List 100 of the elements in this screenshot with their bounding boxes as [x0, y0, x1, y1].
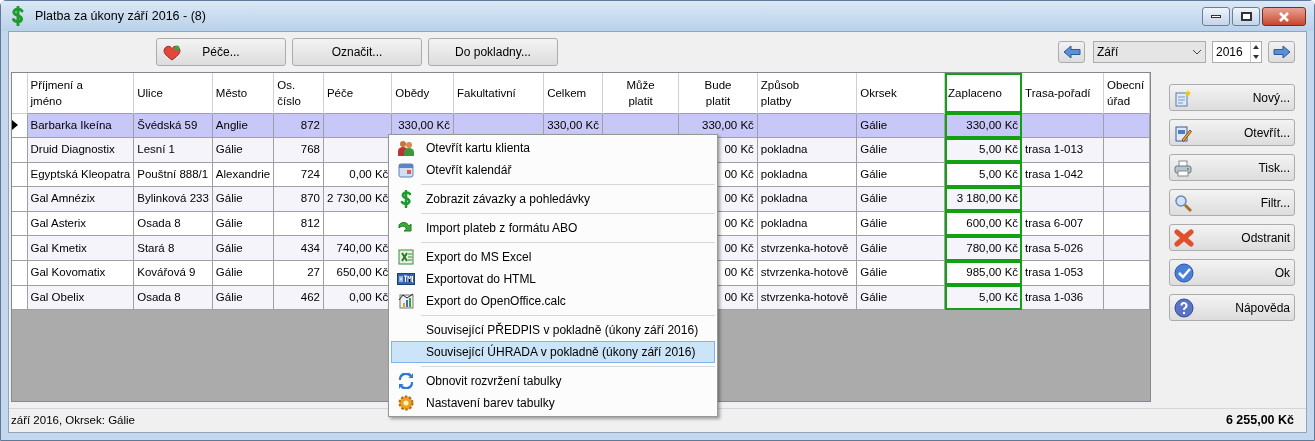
magnifier-icon [1174, 193, 1192, 212]
window-title: Platba za úkony září 2016 - (8) [35, 7, 206, 25]
table-cell: trasa 1-053 [1021, 260, 1104, 286]
column-header[interactable]: Může platit [602, 73, 679, 113]
table-cell: 5,00 Kč [944, 137, 1022, 163]
side-button[interactable]: Nový... [1169, 84, 1295, 111]
side-button[interactable]: Otevřít... [1169, 119, 1295, 146]
table-cell: 870 [273, 186, 324, 212]
column-header[interactable]: Město [212, 73, 274, 113]
column-header[interactable]: Okrsek [856, 73, 945, 113]
help-icon [1174, 297, 1194, 318]
status-total: 6 255,00 Kč [1225, 412, 1294, 430]
table-cell: Gálie [212, 285, 274, 310]
side-button[interactable]: Filtr... [1169, 189, 1295, 216]
menu-item[interactable]: Nastavení barev tabulky [391, 392, 715, 414]
table-cell: Gálie [212, 260, 274, 286]
gear-icon [398, 395, 414, 411]
column-header[interactable]: Péče [323, 73, 392, 113]
table-row[interactable]: Barbarka Ikeína Švédská 59 Anglie 872 330,00 Kč 330,00 Kč 330,00 Kč Gálie 330,00 Kč [12, 113, 1150, 138]
maximize-icon [1240, 12, 1252, 21]
bar-chart-icon [398, 293, 414, 309]
edit-document-icon [1174, 123, 1192, 142]
table-cell: Anglie [212, 113, 274, 138]
table-cell: stvrzenka-hotově [757, 260, 857, 286]
close-icon [1278, 11, 1290, 22]
table-cell: Gálie [856, 113, 945, 138]
table-cell: stvrzenka-hotově [757, 235, 857, 261]
column-header[interactable]: Příjmení a jméno [27, 73, 134, 113]
heart-icon [163, 45, 181, 61]
table-cell: Gálie [856, 260, 945, 286]
table-cell: pokladna [757, 186, 857, 212]
menu-item[interactable]: Související ÚHRADA v pokladně (úkony září 2016) [391, 341, 715, 363]
chevron-down-icon [1192, 49, 1202, 55]
checkmark-icon [1174, 262, 1194, 283]
menu-item[interactable]: Související PŘEDPIS v pokladně (úkony září 2016) [391, 319, 715, 341]
table-cell: 5,00 Kč [944, 285, 1022, 310]
table-cell: 985,00 Kč [944, 260, 1022, 286]
column-header[interactable]: Obecní úřad [1103, 73, 1150, 113]
status-text: září 2016, Okrsek: Gálie [11, 412, 135, 428]
notepad-icon [1174, 88, 1192, 107]
toolbar-button[interactable]: Označit... [292, 38, 422, 66]
close-button[interactable] [1262, 7, 1306, 26]
side-button[interactable]: Ok [1169, 259, 1295, 286]
printer-icon [1174, 158, 1192, 177]
table-cell: 768 [273, 137, 324, 163]
table-cell: Alexandrie [212, 162, 274, 187]
table-cell: 462 [273, 285, 324, 310]
table-cell: Lesní 1 [133, 137, 213, 163]
column-header[interactable]: Bude platit [678, 73, 758, 113]
minimize-button[interactable] [1202, 7, 1230, 26]
column-header[interactable]: Ulice [133, 73, 213, 113]
table-cell: Gal Obelix [27, 285, 134, 310]
maximize-button[interactable] [1232, 7, 1260, 26]
table-cell: 434 [273, 235, 324, 261]
delete-x-icon [1174, 228, 1194, 247]
dollar-icon [399, 190, 413, 208]
table-cell: Gal Kmetix [27, 235, 134, 261]
table-cell: Osada 8 [133, 285, 213, 310]
column-header[interactable]: Obědy [391, 73, 454, 113]
html-icon [397, 273, 415, 285]
side-button[interactable]: Odstranit [1169, 224, 1295, 251]
people-icon [398, 140, 414, 156]
table-cell: Gálie [212, 186, 274, 212]
table-cell: pokladna [757, 162, 857, 187]
table-cell: Švédská 59 [133, 113, 213, 138]
table-cell: 780,00 Kč [944, 235, 1022, 261]
calendar-icon [398, 162, 414, 178]
year-spinner[interactable]: 2016 [1212, 41, 1262, 63]
table-cell: 3 180,00 Kč [944, 186, 1022, 212]
previous-button[interactable] [1058, 41, 1085, 63]
column-header[interactable]: Způsob platby [757, 73, 857, 113]
toolbar-button[interactable]: Péče... [156, 38, 286, 66]
table-cell: trasa 1-036 [1021, 285, 1104, 310]
table-cell: 724 [273, 162, 324, 187]
table-cell: pokladna [757, 211, 857, 236]
table-cell: Gal Amnézix [27, 186, 134, 212]
table-cell: 872 [273, 113, 324, 138]
table-cell: Gálie [212, 211, 274, 236]
table-cell: Gálie [212, 235, 274, 261]
column-header[interactable]: Zaplaceno [944, 73, 1022, 113]
side-button[interactable]: Tisk... [1169, 154, 1295, 181]
column-header[interactable]: Celkem [543, 73, 603, 113]
column-header[interactable]: Trasa-pořadí [1021, 73, 1104, 113]
next-button[interactable] [1268, 41, 1295, 63]
table-cell: trasa 5-026 [1021, 235, 1104, 261]
table-cell: Gálie [856, 285, 945, 310]
side-button[interactable]: Nápověda [1169, 294, 1295, 321]
table-cell: 812 [273, 211, 324, 236]
table-cell: Gal Kovomatix [27, 260, 134, 286]
column-header[interactable]: Fakultativní [453, 73, 544, 113]
table-cell: Gálie [856, 186, 945, 212]
table-cell: 5,00 Kč [944, 162, 1022, 187]
menu-item[interactable]: Obnovit rozvržení tabulky [391, 370, 715, 392]
toolbar-button[interactable]: Do pokladny... [428, 38, 558, 66]
table-cell: Stará 8 [133, 235, 213, 261]
month-dropdown[interactable]: Září [1093, 41, 1206, 63]
column-header[interactable]: Os. číslo [273, 73, 324, 113]
table-cell: Pouštní 888/1 [133, 162, 213, 187]
table-cell: Gálie [212, 137, 274, 163]
table-cell: Gálie [856, 137, 945, 163]
